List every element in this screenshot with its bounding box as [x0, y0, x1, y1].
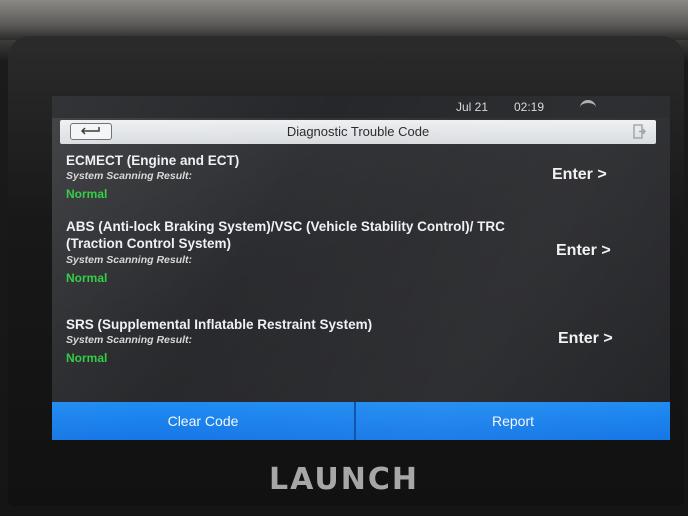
device-top-edge [0, 0, 688, 40]
device-screen: Jul 21 02:19 Diagnostic Trouble Code ECM… [52, 96, 670, 440]
enter-button-srs[interactable]: Enter > [558, 330, 613, 348]
status-date: Jul 21 [456, 100, 489, 114]
system-row-abs: ABS (Anti-lock Braking System)/VSC (Vehi… [52, 218, 670, 308]
scan-result-status: Normal [66, 351, 108, 365]
scan-result-status: Normal [66, 271, 108, 285]
title-bar: Diagnostic Trouble Code [60, 120, 656, 144]
status-bar: Jul 21 02:19 [52, 96, 670, 118]
status-time: 02:19 [514, 100, 545, 114]
scan-result-status: Normal [66, 187, 108, 201]
system-title: SRS (Supplemental Inflatable Restraint S… [66, 317, 373, 332]
system-title: ECMECT (Engine and ECT) [66, 153, 240, 168]
enter-button-abs[interactable]: Enter > [556, 242, 611, 260]
wifi-icon [580, 100, 596, 115]
scan-result-label: System Scanning Result: [66, 170, 193, 182]
photo-scene: Jul 21 02:19 Diagnostic Trouble Code ECM… [0, 0, 688, 516]
enter-button-ecmect[interactable]: Enter > [552, 166, 607, 184]
scan-result-label: System Scanning Result: [66, 254, 193, 266]
clear-code-button[interactable]: Clear Code [52, 402, 356, 440]
exit-icon[interactable] [632, 124, 646, 139]
system-row-srs: SRS (Supplemental Inflatable Restraint S… [52, 316, 670, 376]
action-bar: Clear Code Report [52, 402, 670, 440]
scan-result-label: System Scanning Result: [66, 334, 193, 346]
brand-logo: LAUNCH [268, 462, 419, 497]
page-title: Diagnostic Trouble Code [286, 124, 430, 139]
system-row-ecmect: ECMECT (Engine and ECT) System Scanning … [52, 152, 670, 210]
system-title: ABS (Anti-lock Braking System)/VSC (Vehi… [66, 219, 505, 251]
report-button[interactable]: Report [356, 402, 670, 440]
